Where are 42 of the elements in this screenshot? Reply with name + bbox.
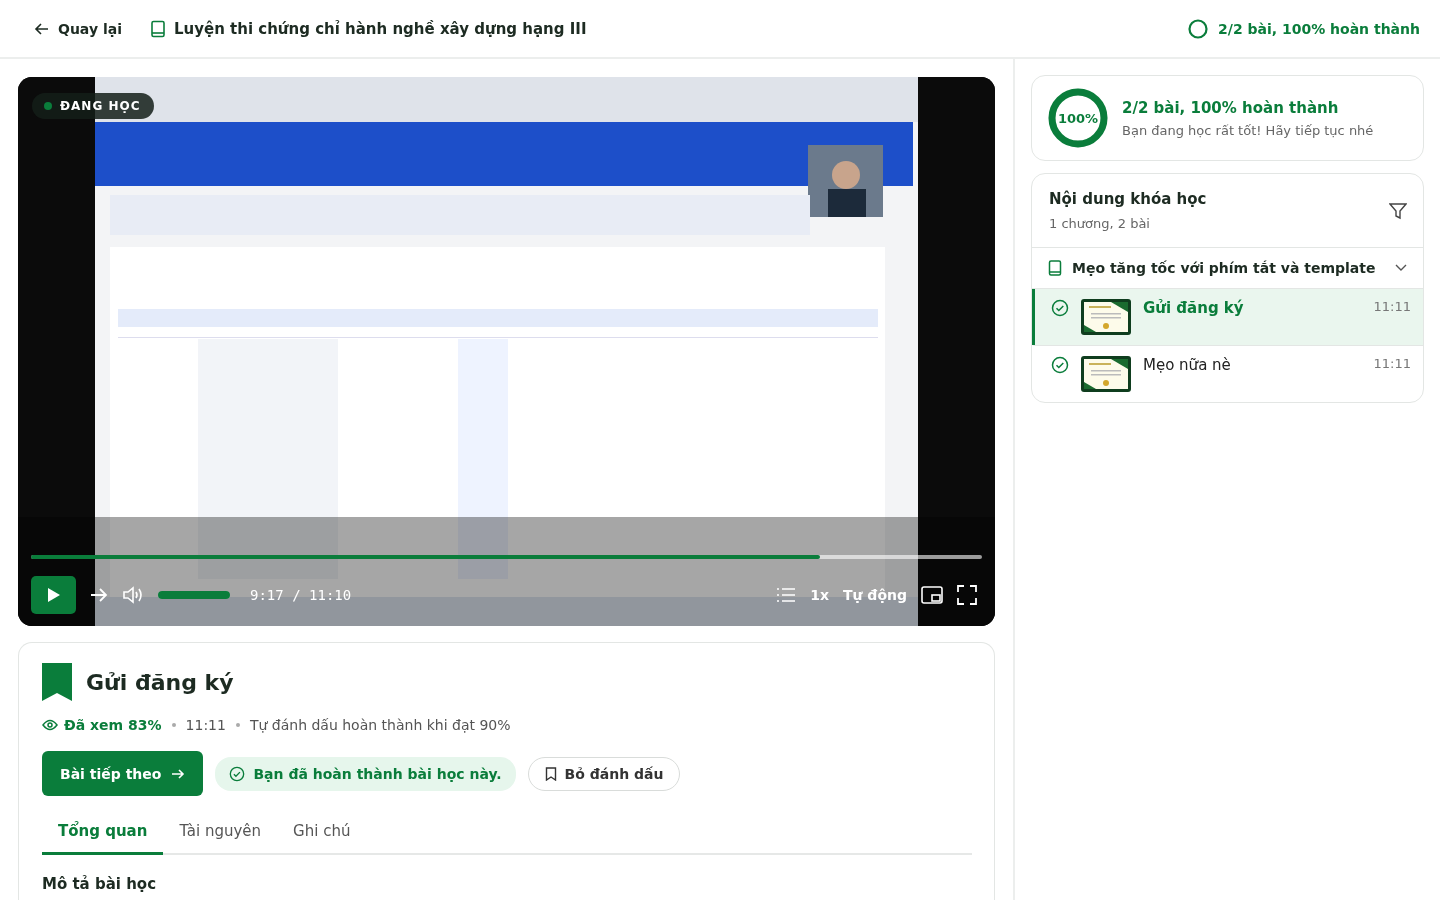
check-circle-icon [229,765,246,782]
lesson-item[interactable]: Gửi đăng ký 11:11 [1032,289,1423,345]
play-button[interactable] [31,576,76,614]
section-heading: Mô tả bài học [42,875,158,893]
volume-icon[interactable] [122,586,144,604]
completed-notice: Bạn đã hoàn thành bài học này. [215,756,516,791]
book-icon [149,19,166,38]
book-icon [1048,260,1062,276]
content-title: Nội dung khóa học [1049,190,1207,208]
content-subtitle: 1 chương, 2 bài [1049,216,1151,231]
lesson-item[interactable]: Mẹo nữa nè 11:11 [1032,345,1423,402]
tab[interactable]: Tổng quan [42,822,164,855]
progress-text: 2/2 bài, 100% hoàn thành [1218,20,1420,37]
video-progress-bar[interactable] [31,555,982,559]
summary-title: 2/2 bài, 100% hoàn thành [1122,98,1340,117]
next-lesson-button[interactable]: Bài tiếp theo [42,751,204,796]
bookmark-icon [544,766,557,781]
watched-text: Đã xem 83% [64,717,162,733]
back-link[interactable]: Quay lại [34,20,122,37]
tab[interactable]: Tài nguyên [163,822,278,855]
remove-bookmark-button[interactable]: Bỏ đánh dấu [527,756,681,791]
picture-in-picture-icon[interactable] [921,586,943,604]
progress-circle-icon [1188,18,1209,39]
fullscreen-icon[interactable] [957,585,977,605]
progress-ring [1048,88,1108,148]
bookmark-icon [42,663,72,701]
status-badge: ĐANG HỌC [32,93,155,119]
lesson-title: Gửi đăng ký [86,669,234,695]
play-icon [46,587,61,603]
summary-subtitle: Bạn đang học rất tốt! Hãy tiếp tục nhé [1122,122,1374,138]
volume-slider[interactable] [158,591,230,599]
lesson-duration: 11:11 [185,717,226,733]
auto-complete-note: Tự đánh dấu hoàn thành khi đạt 90% [249,717,511,733]
arrow-right-icon [171,767,186,780]
time-display: 9:17 / 11:10 [250,587,352,603]
filter-icon[interactable] [1389,201,1407,220]
eye-icon [42,719,58,731]
tab[interactable]: Ghi chú [277,822,367,855]
next-arrow-icon[interactable] [90,587,108,603]
percent-text: 100% [1057,111,1099,125]
course-title: Luyện thi chứng chỉ hành nghề xây dựng hạng III [173,19,587,38]
back-arrow-icon [34,20,50,37]
